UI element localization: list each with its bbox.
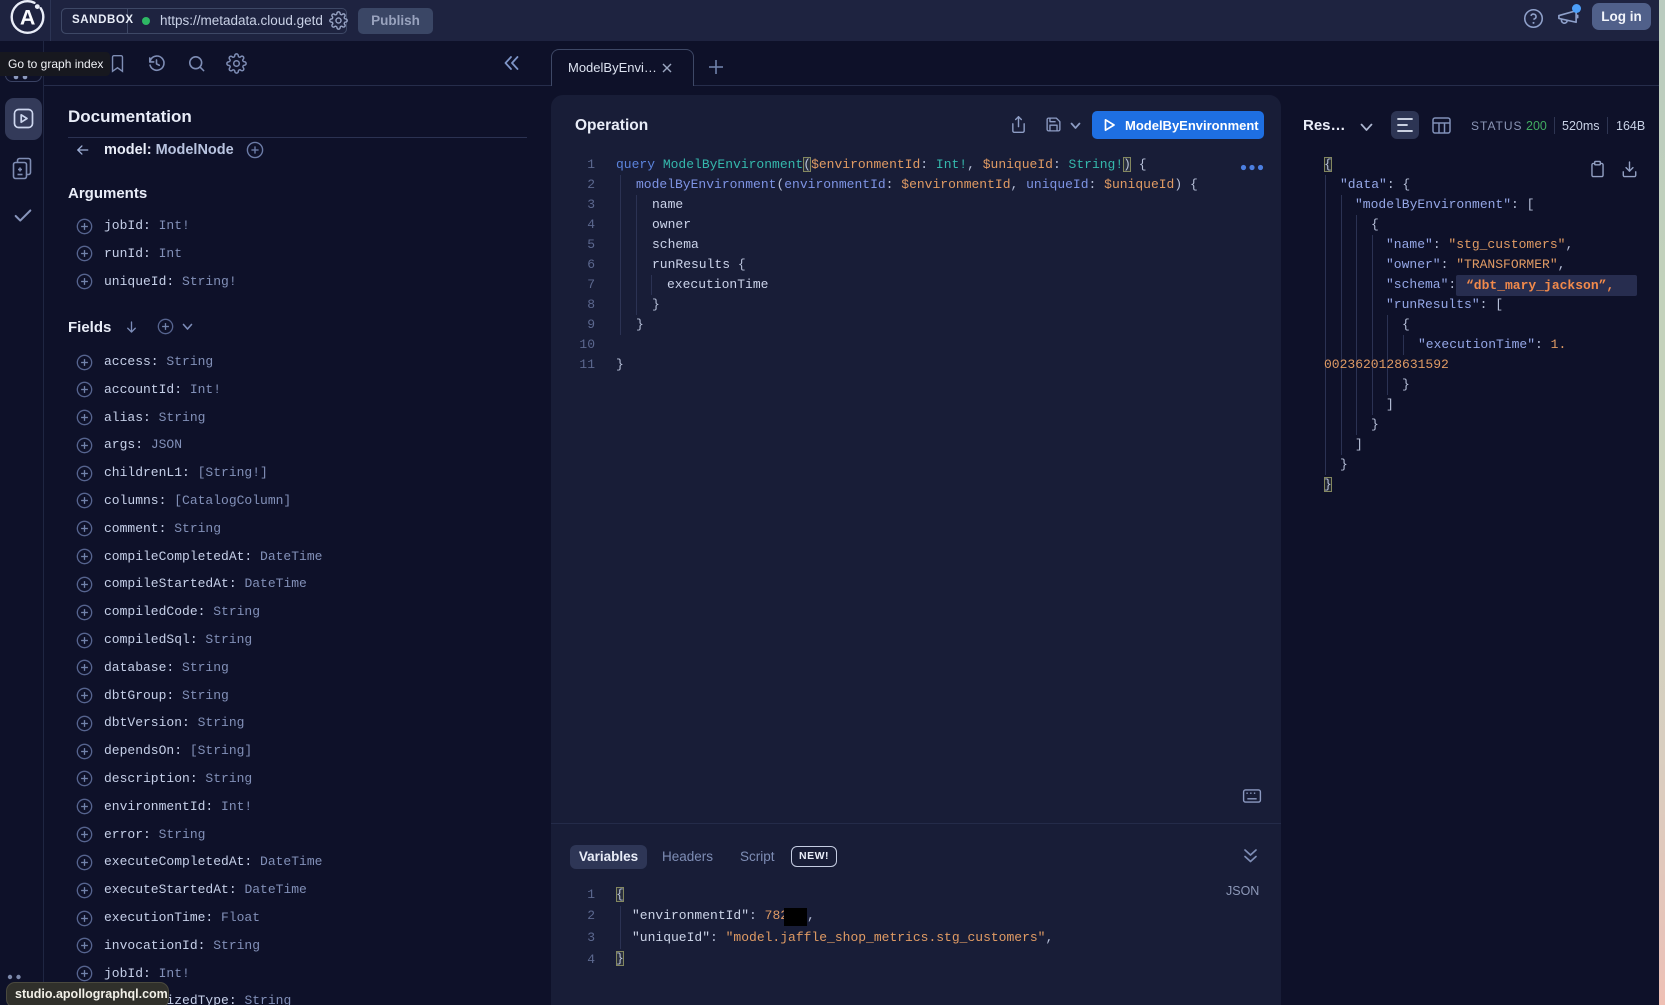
svg-text:A: A <box>20 5 36 29</box>
